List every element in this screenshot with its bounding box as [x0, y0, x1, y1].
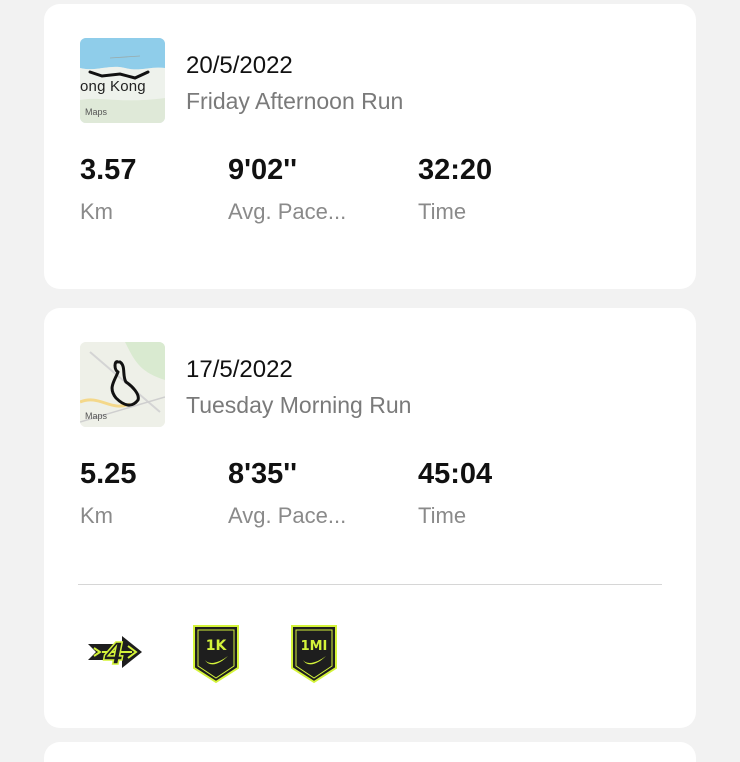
badge-text: 1MI — [301, 639, 328, 654]
divider — [78, 584, 662, 585]
activity-card-1[interactable]: ong Kong Maps 20/5/2022 Friday Afternoon… — [44, 4, 696, 289]
pace-label: Avg. Pace... — [228, 199, 347, 224]
time-stat: 45:04 Time — [418, 458, 492, 529]
pace-stat: 8'35'' Avg. Pace... — [228, 458, 346, 529]
1k-badge-icon[interactable]: 1K — [190, 624, 242, 689]
1mi-badge-icon[interactable]: 1MI — [288, 624, 340, 689]
fourth-run-badge-icon[interactable]: 4 — [84, 624, 148, 685]
next-activity-card-edge — [44, 742, 696, 762]
badge-text: 4 — [103, 637, 125, 672]
pace-value: 8'35'' — [228, 458, 298, 490]
time-label: Time — [418, 199, 467, 224]
time-label: Time — [418, 503, 467, 528]
route-map-thumbnail: ong Kong Maps — [80, 38, 165, 123]
badge-text: 1K — [206, 638, 228, 654]
distance-value: 3.57 — [80, 154, 137, 186]
distance-stat: 5.25 Km — [80, 458, 136, 529]
distance-value: 5.25 — [80, 458, 137, 490]
run-date: 20/5/2022 — [186, 52, 293, 79]
apple-maps-label: Maps — [85, 107, 108, 117]
activity-card-2[interactable]: Maps 17/5/2022 Tuesday Morning Run 5.25 … — [44, 308, 696, 728]
apple-maps-label: Maps — [85, 411, 108, 421]
route-map-thumbnail: Maps — [80, 342, 165, 427]
pace-label: Avg. Pace... — [228, 503, 347, 528]
pace-stat: 9'02'' Avg. Pace... — [228, 154, 346, 225]
map-place-label: ong Kong — [80, 78, 146, 95]
run-date: 17/5/2022 — [186, 356, 293, 383]
run-title: Friday Afternoon Run — [186, 88, 404, 114]
run-title: Tuesday Morning Run — [186, 392, 412, 418]
distance-label: Km — [80, 199, 113, 224]
time-value: 45:04 — [418, 458, 493, 490]
time-value: 32:20 — [418, 154, 493, 186]
time-stat: 32:20 Time — [418, 154, 492, 225]
distance-label: Km — [80, 503, 113, 528]
distance-stat: 3.57 Km — [80, 154, 136, 225]
pace-value: 9'02'' — [228, 154, 298, 186]
